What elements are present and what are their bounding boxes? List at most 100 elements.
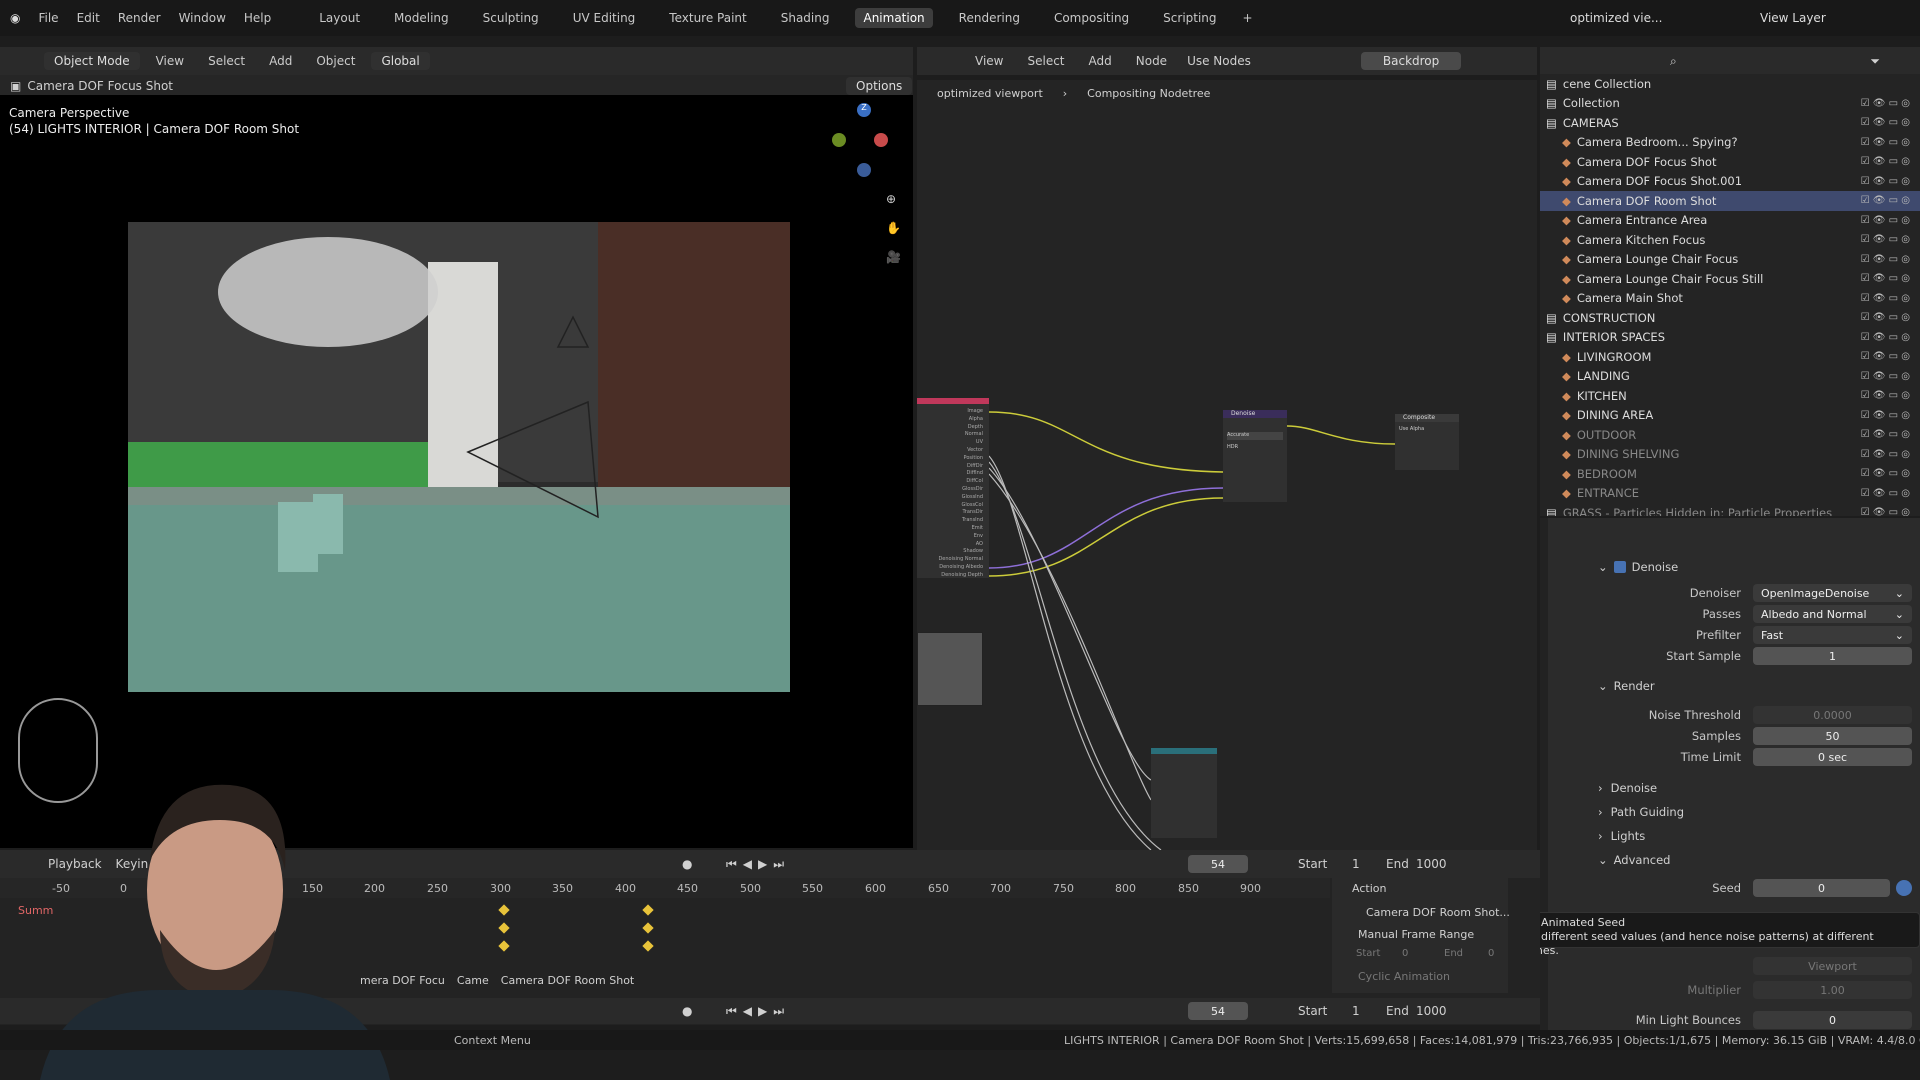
node-output-socket[interactable]: TransDir (917, 509, 983, 517)
menu-file[interactable]: File (38, 11, 58, 25)
record-icon[interactable]: ● (682, 857, 692, 871)
options-dropdown[interactable]: Options (846, 77, 913, 95)
seed-field[interactable]: 0 (1753, 879, 1890, 897)
3d-viewport[interactable]: Camera Perspective (54) LIGHTS INTERIOR … (0, 95, 913, 848)
advanced-panel-header[interactable]: ⌄ Advanced (1598, 849, 1912, 871)
outliner-row[interactable]: ◆ Camera Kitchen Focus ☑ 👁 ▭ ◎ (1540, 230, 1920, 250)
denoise-panel-header[interactable]: ⌄ Denoise (1598, 556, 1912, 578)
outliner-row[interactable]: ◆ Camera Main Shot ☑ 👁 ▭ ◎ (1540, 289, 1920, 309)
zoom-icon[interactable]: ⊕ (886, 192, 896, 206)
node-output-socket[interactable]: Normal (917, 431, 983, 439)
node-menu-select[interactable]: Select (1019, 52, 1072, 70)
outliner-row[interactable]: ▤ INTERIOR SPACES ☑ 👁 ▭ ◎ (1540, 328, 1920, 348)
outliner-row[interactable]: ◆ DINING AREA ☑ 👁 ▭ ◎ (1540, 406, 1920, 426)
node-output-socket[interactable]: TransInd (917, 517, 983, 525)
outliner-row[interactable]: ▤ Collection ☑ 👁 ▭ ◎ (1540, 94, 1920, 114)
outliner-row[interactable]: ◆ KITCHEN ☑ 👁 ▭ ◎ (1540, 386, 1920, 406)
action-end-field[interactable]: 0 (1488, 948, 1494, 959)
outliner-row[interactable]: ◆ Camera DOF Focus Shot ☑ 👁 ▭ ◎ (1540, 152, 1920, 172)
channel-r[interactable]: R (1529, 52, 1537, 70)
current-frame-field[interactable]: 54 (1188, 855, 1248, 873)
property-dropdown[interactable]: Albedo and Normal ⌄ (1753, 605, 1912, 623)
end-field[interactable]: 1000 (1416, 857, 1447, 871)
visibility-toggles[interactable]: ☑ 👁 ▭ ◎ (1861, 312, 1910, 323)
node-output-socket[interactable]: Image (917, 408, 983, 416)
property-field[interactable]: 1.00 (1753, 981, 1912, 999)
visibility-toggles[interactable]: ☑ 👁 ▭ ◎ (1861, 98, 1910, 109)
node-output-socket[interactable]: Denoising Normal (917, 556, 983, 564)
denoise-node[interactable]: Denoise Accurate HDR (1223, 410, 1287, 502)
node-output-socket[interactable]: Denoising Albedo (917, 564, 983, 572)
outliner-row[interactable]: ◆ LANDING ☑ 👁 ▭ ◎ (1540, 367, 1920, 387)
node-output-socket[interactable]: Emit (917, 525, 983, 533)
node-output-socket[interactable]: DiffInd (917, 470, 983, 478)
node-output-socket[interactable]: AO (917, 541, 983, 549)
visibility-toggles[interactable]: ☑ 👁 ▭ ◎ (1861, 468, 1910, 479)
visibility-toggles[interactable]: ☑ 👁 ▭ ◎ (1861, 254, 1910, 265)
outliner-row[interactable]: ◆ BEDROOM ☑ 👁 ▭ ◎ (1540, 464, 1920, 484)
end-field[interactable]: 1000 (1416, 1004, 1447, 1018)
tab-modeling[interactable]: Modeling (386, 8, 457, 28)
outliner-row[interactable]: ▤ GRASS - Particles Hidden in: Particle P… (1540, 503, 1920, 516)
outliner-row[interactable]: ◆ OUTDOOR ☑ 👁 ▭ ◎ (1540, 425, 1920, 445)
visibility-toggles[interactable]: ☑ 👁 ▭ ◎ (1861, 234, 1910, 245)
tab-shading[interactable]: Shading (773, 8, 838, 28)
view-layer-name[interactable]: View Layer (1760, 11, 1826, 25)
transform-orientation-dropdown[interactable]: Global (371, 52, 430, 70)
tab-layout[interactable]: Layout (311, 8, 368, 28)
denoise-prefilter[interactable]: Accurate (1227, 432, 1283, 440)
property-dropdown[interactable]: Fast ⌄ (1753, 626, 1912, 644)
outliner-row[interactable]: ▤ CONSTRUCTION ☑ 👁 ▭ ◎ (1540, 308, 1920, 328)
action-header[interactable]: Action (1352, 882, 1386, 895)
tab-animation[interactable]: Animation (855, 8, 933, 28)
outliner[interactable]: ▤ cene Collection ▤ Collection ☑ 👁 ▭ ◎ ▤ CAMER… (1540, 74, 1920, 516)
start-field[interactable]: 1 (1352, 1004, 1360, 1018)
visibility-toggles[interactable]: ☑ 👁 ▭ ◎ (1861, 293, 1910, 304)
cyclic-animation[interactable]: Cyclic Animation (1358, 970, 1450, 983)
node-output-socket[interactable]: Position (917, 455, 983, 463)
min-light-bounces-field[interactable]: 0 (1753, 1011, 1912, 1029)
visibility-toggles[interactable]: ☑ 👁 ▭ ◎ (1861, 351, 1910, 362)
render-layers-node[interactable]: Image Alpha Depth Normal UV Vector Position Dif… (917, 398, 989, 578)
visibility-toggles[interactable]: ☑ 👁 ▭ ◎ (1861, 390, 1910, 401)
visibility-toggles[interactable]: ☑ 👁 ▭ ◎ (1861, 273, 1910, 284)
visibility-toggles[interactable]: ☑ 👁 ▭ ◎ (1861, 410, 1910, 421)
outliner-row[interactable]: ▤ cene Collection (1540, 74, 1920, 94)
property-field[interactable]: Viewport (1753, 957, 1912, 975)
marker-came[interactable]: Came (457, 974, 489, 987)
property-field[interactable]: 1 (1753, 647, 1912, 665)
outliner-row[interactable]: ◆ Camera Lounge Chair Focus ☑ 👁 ▭ ◎ (1540, 250, 1920, 270)
start-field[interactable]: 1 (1352, 857, 1360, 871)
viewer-nodes[interactable] (1151, 748, 1217, 838)
node-output-socket[interactable]: DiffCol (917, 478, 983, 486)
blender-logo-icon[interactable]: ◉ (10, 11, 20, 25)
tab-texture-paint[interactable]: Texture Paint (661, 8, 754, 28)
viewport-menu-add[interactable]: Add (261, 52, 300, 70)
outliner-search-icon[interactable]: ⌕ (1670, 54, 1677, 69)
scene-name[interactable]: optimized vie... (1570, 11, 1662, 25)
camera-view-icon[interactable]: 🎥 (886, 250, 901, 264)
visibility-toggles[interactable]: ☑ 👁 ▭ ◎ (1861, 156, 1910, 167)
visibility-toggles[interactable]: ☑ 👁 ▭ ◎ (1861, 137, 1910, 148)
node-output-socket[interactable]: DiffDir (917, 463, 983, 471)
outliner-row[interactable]: ◆ Camera DOF Room Shot ☑ 👁 ▭ ◎ (1540, 191, 1920, 211)
manual-frame-range[interactable]: Manual Frame Range (1358, 928, 1474, 941)
visibility-toggles[interactable]: ☑ 👁 ▭ ◎ (1861, 507, 1910, 516)
menu-window[interactable]: Window (179, 11, 226, 25)
object-mode-dropdown[interactable]: Object Mode (44, 52, 140, 70)
viewport-menu-select[interactable]: Select (200, 52, 253, 70)
render-panel-header[interactable]: ⌄ Render (1598, 675, 1912, 697)
menu-help[interactable]: Help (244, 11, 271, 25)
property-dropdown[interactable]: OpenImageDenoise ⌄ (1753, 584, 1912, 602)
marker-dof-room[interactable]: Camera DOF Room Shot (501, 974, 634, 987)
denoise-hdr[interactable]: HDR (1227, 444, 1283, 450)
tab-scripting[interactable]: Scripting (1155, 8, 1224, 28)
outliner-row[interactable]: ◆ LIVINGROOM ☑ 👁 ▭ ◎ (1540, 347, 1920, 367)
add-workspace-icon[interactable]: + (1243, 11, 1253, 25)
tab-sculpting[interactable]: Sculpting (475, 8, 547, 28)
visibility-toggles[interactable]: ☑ 👁 ▭ ◎ (1861, 176, 1910, 187)
collapsed-panel[interactable]: › Denoise (1598, 777, 1912, 799)
marker-strip[interactable]: mera DOF Focu Came Camera DOF Room Shot (360, 972, 634, 988)
property-field[interactable]: 0 sec (1753, 748, 1912, 766)
node-output-socket[interactable]: Denoising Depth (917, 572, 983, 580)
